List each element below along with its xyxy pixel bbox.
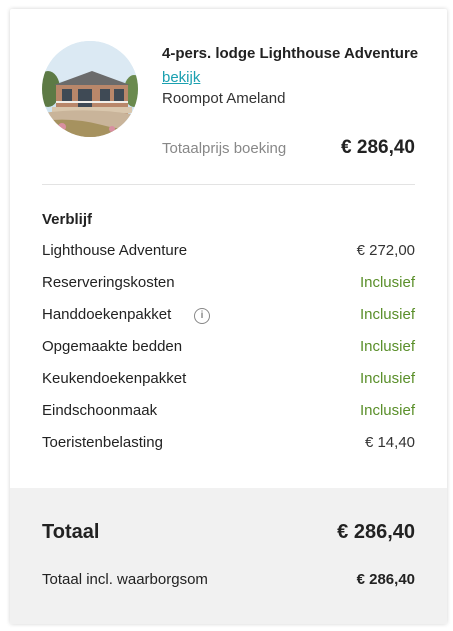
cost-row-value: Inclusief — [359, 274, 415, 291]
total-booking-value: € 286,40 — [341, 137, 415, 158]
cost-row-keukendoekenpakket: Keukendoekenpakket Inclusief — [42, 370, 415, 392]
cost-row-label: Eindschoonmaak — [42, 402, 158, 419]
cost-row-label: Toeristenbelasting — [42, 434, 163, 451]
cost-row-label: Handdoekenpakket — [42, 306, 172, 323]
divider — [42, 184, 415, 185]
cost-row-label: Keukendoekenpakket — [42, 370, 187, 387]
cost-row-value: Inclusief — [359, 338, 415, 355]
accommodation-photo — [42, 41, 138, 137]
grand-total-label: Totaal — [42, 521, 100, 543]
info-icon[interactable]: i — [194, 308, 210, 324]
cost-row-reserveringskosten: Reserveringskosten Inclusief — [42, 274, 415, 296]
total-incl-deposit-label: Totaal incl. waarborgsom — [42, 571, 208, 588]
cost-row-value: Inclusief — [359, 306, 415, 323]
booking-summary-card: 4-pers. lodge Lighthouse Adventure bekij… — [10, 9, 447, 624]
cost-row-value: Inclusief — [359, 402, 415, 419]
accommodation-title: 4-pers. lodge Lighthouse Adventure bekij… — [162, 42, 422, 90]
cost-row-value: Inclusief — [359, 370, 415, 387]
stay-section-title: Verblijf — [42, 211, 93, 228]
total-booking-label: Totaalprijs boeking — [162, 140, 287, 157]
accommodation-name: 4-pers. lodge Lighthouse Adventure — [162, 45, 419, 62]
cost-row-eindschoonmaak: Eindschoonmaak Inclusief — [42, 402, 415, 424]
view-accommodation-link[interactable]: bekijk — [162, 69, 200, 86]
cost-row-value: € 14,40 — [364, 434, 415, 451]
cost-row-toeristenbelasting: Toeristenbelasting € 14,40 — [42, 434, 415, 456]
cost-row-handdoekenpakket: Handdoekenpakket i Inclusief — [42, 306, 415, 328]
cost-row-opgemaakte-bedden: Opgemaakte bedden Inclusief — [42, 338, 415, 360]
summary-footer: Totaal € 286,40 Totaal incl. waarborgsom… — [10, 488, 447, 624]
park-name: Roompot Ameland — [162, 90, 286, 107]
cost-row-value: € 272,00 — [356, 242, 415, 259]
cost-row-label: Opgemaakte bedden — [42, 338, 183, 355]
grand-total-value: € 286,40 — [337, 521, 415, 543]
total-incl-deposit-value: € 286,40 — [356, 571, 415, 588]
cost-row-lighthouse-adventure: Lighthouse Adventure € 272,00 — [42, 242, 415, 264]
cost-row-label: Lighthouse Adventure — [42, 242, 188, 259]
cost-row-label: Reserveringskosten — [42, 274, 175, 291]
